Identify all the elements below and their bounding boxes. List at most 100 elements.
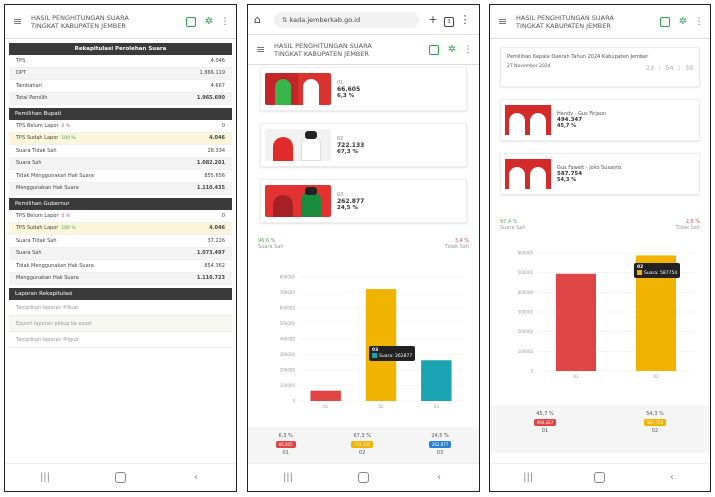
bar[interactable] [310, 390, 341, 401]
election-clock: 23 : 54 : 39 [646, 64, 693, 72]
back-icon[interactable]: ‹ [429, 472, 449, 483]
y-tick-label: 500000 [280, 321, 296, 326]
candidate-votes: 722.133 [337, 141, 365, 149]
y-tick-label: 100000 [280, 383, 296, 388]
vote-bar-chart[interactable]: 0 100000 200000 300000 400000 500000 600000 700… [254, 267, 474, 415]
report-link-pilkup[interactable]: Tampilkan laporan Pilkup [9, 300, 232, 316]
row-value: 854.362 [204, 262, 225, 269]
row-label-group: TPS [16, 58, 25, 64]
new-tab-icon[interactable]: + [425, 13, 441, 26]
table-row: Tidak Menggunakan Hak Suara 855.656 [9, 170, 232, 183]
footer-percent: 54,3 % [646, 411, 664, 417]
more-icon[interactable]: ⋮ [695, 17, 704, 27]
footer-percent: 67,3 % [353, 433, 371, 439]
menu-icon[interactable]: ≡ [256, 43, 270, 56]
home-icon[interactable] [115, 472, 126, 483]
table-row: TPS 4.046 [9, 55, 232, 68]
row-label-group: Menggunakan Hak Suara [16, 185, 79, 191]
candidate-summary-footer: 45,7 % 494.347 01 54,3 % 587.754 02 [490, 405, 710, 453]
row-value: 1.110.435 [196, 185, 225, 192]
gear-icon[interactable]: ✲ [447, 44, 457, 55]
chart-tooltip: 02 Suara: 587754 [634, 263, 681, 278]
menu-icon[interactable]: ≡ [13, 15, 27, 28]
back-icon[interactable]: ‹ [662, 472, 682, 483]
row-label: Tidak Menggunakan Hak Suara [16, 262, 94, 269]
phone-screen-gubernur-chart: ≡ HASIL PENGHITUNGAN SUARA TINGKAT KABUP… [489, 4, 711, 492]
footer-percent: 24,5 % [431, 433, 449, 439]
system-navbar: ||| ‹ [5, 463, 236, 491]
y-tick-label: 400000 [518, 290, 534, 295]
site-settings-icon[interactable]: ⇅ [282, 16, 290, 24]
footer-candidate: 45,7 % 494.347 01 [533, 405, 557, 453]
y-tick-label: 500000 [518, 270, 534, 275]
candidate-card[interactable]: 02 722.133 67,3 % [260, 123, 467, 167]
app-title: HASIL PENGHITUNGAN SUARA TINGKAT KABUPAT… [512, 14, 652, 30]
row-label: Tidak Menggunakan Hak Suara [16, 172, 94, 179]
candidate-votes: 66.605 [337, 85, 361, 93]
home-icon[interactable] [594, 472, 606, 483]
row-label-group: Tidak Menggunakan Hak Suara [16, 263, 94, 269]
row-percent: 100 % [61, 136, 76, 142]
tab-switcher-icon[interactable]: 3 [441, 13, 457, 27]
y-tick-label: 600000 [280, 306, 296, 311]
recent-apps-icon[interactable]: ||| [278, 472, 298, 483]
election-info-card: Pemilihan Kepala Daerah Tahun 2024 Kabup… [500, 47, 700, 87]
url-bar[interactable]: ⇅ kada.jemberkab.go.id [274, 11, 419, 28]
report-export-excel[interactable]: Export laporan pilkup ke excel [9, 316, 232, 332]
row-label-group: TPS Sudah Lapor 100 % [16, 135, 76, 141]
report-link-pilgub[interactable]: Tampilkan laporan Pilgub [9, 332, 232, 348]
election-title: Pemilihan Kepala Daerah Tahun 2024 Kabup… [507, 54, 649, 60]
row-label: TPS Sudah Lapor [16, 225, 59, 232]
table-row: TPS Sudah Lapor 100 % 4.046 [9, 222, 232, 235]
table-row: TPS Belum Lapor 0 % 0 [9, 210, 232, 223]
phone-screen-bupati-chart: ⌂ ⇅ kada.jemberkab.go.id + 3 ⋮ ≡ HASIL P… [247, 4, 480, 492]
app-title-line2: TINGKAT KABUPATEN JEMBER [31, 21, 126, 30]
recent-apps-icon[interactable]: ||| [518, 472, 538, 483]
footer-candidate: 67,3 % 722.133 02 [350, 427, 374, 465]
row-label-group: TPS Belum Lapor 0 % [16, 213, 70, 219]
menu-icon[interactable]: ≡ [498, 15, 512, 28]
y-tick-label: 0 [292, 399, 295, 404]
x-tick-label: 03 [434, 404, 440, 409]
screenshot-icon[interactable] [186, 16, 196, 27]
more-icon[interactable]: ⋮ [221, 17, 230, 27]
home-icon[interactable] [358, 472, 369, 483]
row-value: 37.226 [207, 237, 226, 244]
app-title: HASIL PENGHITUNGAN SUARA TINGKAT KABUPAT… [270, 42, 421, 58]
legend-swatch [372, 353, 377, 358]
row-value: 4.667 [210, 82, 225, 89]
candidate-card[interactable]: 01 66.605 6,3 % [260, 67, 467, 111]
table-row: Suara Tidak Sah 37.226 [9, 235, 232, 248]
gear-icon[interactable]: ✲ [678, 16, 688, 27]
gear-icon[interactable]: ✲ [204, 16, 214, 27]
screenshot-icon[interactable] [429, 44, 439, 55]
y-tick-label: 400000 [280, 337, 296, 342]
footer-number: 02 [359, 450, 366, 456]
section-gubernur-title: Pemilihan Gubernur [9, 198, 232, 210]
home-icon[interactable]: ⌂ [254, 13, 268, 26]
app-title-line2: TINGKAT KABUPATEN JEMBER [516, 21, 611, 30]
bar[interactable] [421, 360, 452, 401]
row-value: 1.110.723 [196, 275, 225, 282]
candidate-card[interactable]: Hendy - Gus Firjaun 494.347 45,7 % [500, 99, 700, 141]
row-value: 1.965.690 [196, 95, 225, 102]
more-icon[interactable]: ⋮ [464, 45, 473, 55]
row-label: TPS Belum Lapor [16, 122, 59, 129]
back-icon[interactable]: ‹ [186, 472, 206, 483]
app-title-line2: TINGKAT KABUPATEN JEMBER [274, 49, 369, 58]
row-percent: 0 % [61, 123, 71, 129]
bar[interactable] [556, 273, 596, 371]
recent-apps-icon[interactable]: ||| [35, 472, 55, 483]
candidate-card[interactable]: 03 262.877 24,5 % [260, 179, 467, 223]
candidate-percent: 24,5 % [337, 204, 358, 211]
row-label: Suara Tidak Sah [16, 147, 57, 154]
row-label: Menggunakan Hak Suara [16, 185, 79, 192]
row-label-group: TPS Belum Lapor 0 % [16, 123, 70, 129]
row-label: TPS Belum Lapor [16, 212, 59, 219]
candidate-card[interactable]: Gus Fawait - Joko Susanto 587.754 54,3 % [500, 153, 700, 195]
row-label-group: Tambahan [16, 83, 42, 89]
table-row: Menggunakan Hak Suara 1.110.723 [9, 272, 232, 285]
more-icon[interactable]: ⋮ [457, 13, 473, 26]
app-header: ≡ HASIL PENGHITUNGAN SUARA TINGKAT KABUP… [248, 35, 479, 65]
screenshot-icon[interactable] [660, 16, 670, 27]
